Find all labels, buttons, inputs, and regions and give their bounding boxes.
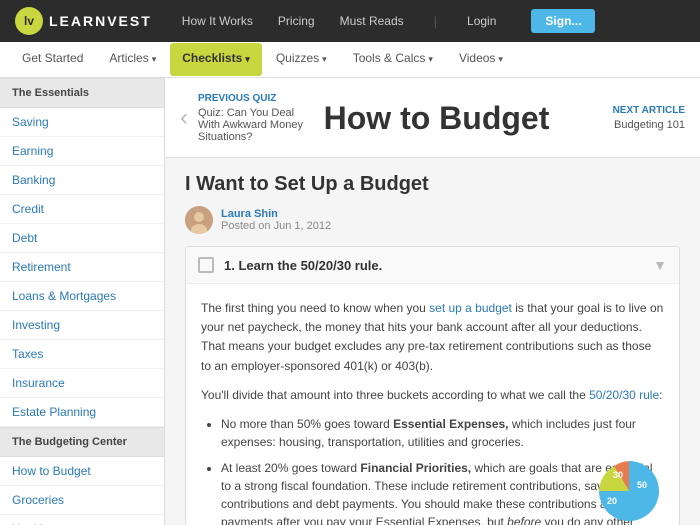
author-name[interactable]: Laura Shin: [221, 208, 331, 220]
sidebar-item-taxes[interactable]: Taxes: [0, 340, 164, 369]
sidebar-section-title: The Budgeting Center: [0, 427, 164, 457]
subnav-item-tools--calcs[interactable]: Tools & Calcs▾: [341, 43, 445, 76]
chevron-down-icon: ▾: [152, 54, 157, 64]
logo[interactable]: lv LEARNVEST: [15, 7, 152, 35]
financial-priorities-label: Financial Priorities,: [360, 461, 471, 475]
sidebar-section-title: The Essentials: [0, 78, 164, 108]
checklist-body: The first thing you need to know when yo…: [186, 284, 679, 525]
link-set-up-budget[interactable]: set up a budget: [429, 301, 512, 315]
main-layout: The EssentialsSavingEarningBankingCredit…: [0, 78, 700, 525]
subnav-item-checklists[interactable]: Checklists▾: [170, 43, 262, 76]
link-502030-rule[interactable]: 50/20/30 rule: [589, 388, 659, 402]
hero-prev-label: PREVIOUS Quiz: [198, 93, 318, 104]
checklist-para-1: The first thing you need to know when yo…: [201, 299, 664, 376]
checklist-toggle-icon[interactable]: ▼: [653, 257, 667, 273]
sidebar: The EssentialsSavingEarningBankingCredit…: [0, 78, 165, 525]
chevron-down-icon: ▾: [428, 54, 433, 64]
nav-signup[interactable]: Sign...: [531, 9, 595, 33]
sidebar-item-investing[interactable]: Investing: [0, 311, 164, 340]
svg-text:50: 50: [637, 480, 647, 490]
sidebar-item-health[interactable]: Health: [0, 515, 164, 525]
sidebar-item-debt[interactable]: Debt: [0, 224, 164, 253]
sidebar-item-banking[interactable]: Banking: [0, 166, 164, 195]
hero-banner: ‹ PREVIOUS Quiz Quiz: Can You Deal With …: [165, 78, 700, 158]
hero-prev: PREVIOUS Quiz Quiz: Can You Deal With Aw…: [198, 93, 318, 143]
author-date: Posted on Jun 1, 2012: [221, 220, 331, 232]
hero-next-label: NEXT Article: [555, 105, 685, 116]
nav-login[interactable]: Login: [467, 14, 496, 28]
sidebar-item-loans--mortgages[interactable]: Loans & Mortgages: [0, 282, 164, 311]
subnav-item-quizzes[interactable]: Quizzes▾: [264, 43, 339, 76]
hero-next-text: Budgeting 101: [555, 119, 685, 131]
logo-text: LEARNVEST: [49, 13, 152, 29]
essential-expenses-label: Essential Expenses,: [393, 417, 508, 431]
author-info: Laura Shin Posted on Jun 1, 2012: [221, 208, 331, 232]
checklist-item-header[interactable]: 1. Learn the 50/20/30 rule. ▼: [186, 247, 679, 284]
hero-title: How to Budget: [318, 102, 555, 134]
hero-main-title: How to Budget: [318, 102, 555, 134]
sidebar-item-how-to-budget[interactable]: How to Budget: [0, 457, 164, 486]
nav-must-reads[interactable]: Must Reads: [340, 14, 404, 28]
hero-next: NEXT Article Budgeting 101: [555, 105, 685, 131]
header-nav: How It Works Pricing Must Reads | Login …: [182, 9, 685, 33]
sidebar-item-insurance[interactable]: Insurance: [0, 369, 164, 398]
author-row: Laura Shin Posted on Jun 1, 2012: [185, 206, 680, 234]
sidebar-item-saving[interactable]: Saving: [0, 108, 164, 137]
sub-nav: Get StartedArticles▾Checklists▾Quizzes▾T…: [0, 42, 700, 78]
nav-how-it-works[interactable]: How It Works: [182, 14, 253, 28]
chevron-down-icon: ▾: [245, 54, 250, 64]
checklist-para-2: You'll divide that amount into three buc…: [201, 386, 664, 405]
hero-prev-text: Quiz: Can You Deal With Awkward Money Si…: [198, 107, 318, 143]
header: lv LEARNVEST How It Works Pricing Must R…: [0, 0, 700, 42]
nav-divider: |: [434, 14, 437, 29]
article-body: I Want to Set Up a Budget Laura Shin Pos…: [165, 158, 700, 525]
pie-chart: 50 20 30: [594, 456, 664, 525]
subnav-item-videos[interactable]: Videos▾: [447, 43, 515, 76]
chevron-down-icon: ▾: [322, 54, 327, 64]
sidebar-item-credit[interactable]: Credit: [0, 195, 164, 224]
list-item-essential: No more than 50% goes toward Essential E…: [221, 415, 664, 451]
sidebar-item-groceries[interactable]: Groceries: [0, 486, 164, 515]
content: ‹ PREVIOUS Quiz Quiz: Can You Deal With …: [165, 78, 700, 525]
checklist-checkbox[interactable]: [198, 257, 214, 273]
svg-text:20: 20: [607, 496, 617, 506]
subnav-item-get-started[interactable]: Get Started: [10, 43, 95, 76]
checklist-item-label: 1. Learn the 50/20/30 rule.: [224, 258, 653, 273]
sidebar-item-retirement[interactable]: Retirement: [0, 253, 164, 282]
chevron-down-icon: ▾: [498, 54, 503, 64]
subnav-item-articles[interactable]: Articles▾: [97, 43, 168, 76]
pie-chart-svg: 50 20 30: [594, 456, 664, 525]
checklist-item: 1. Learn the 50/20/30 rule. ▼ The first …: [185, 246, 680, 525]
avatar: [185, 206, 213, 234]
nav-pricing[interactable]: Pricing: [278, 14, 315, 28]
logo-badge: lv: [15, 7, 43, 35]
sidebar-item-estate-planning[interactable]: Estate Planning: [0, 398, 164, 427]
svg-text:30: 30: [613, 470, 623, 480]
prev-arrow-icon[interactable]: ‹: [180, 104, 188, 132]
article-title: I Want to Set Up a Budget: [185, 173, 680, 196]
sidebar-item-earning[interactable]: Earning: [0, 137, 164, 166]
